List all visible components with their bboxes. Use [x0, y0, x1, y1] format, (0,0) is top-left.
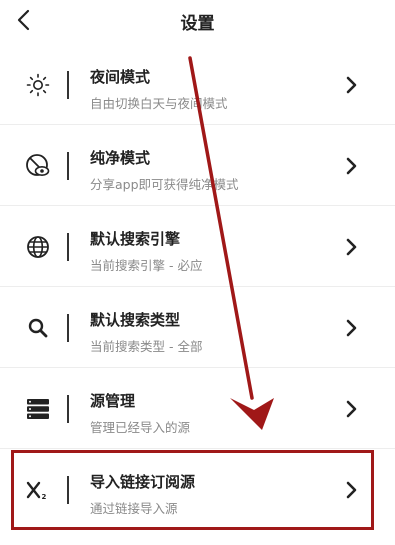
item-divider — [67, 152, 69, 180]
chevron-right-icon — [346, 76, 357, 94]
chevron-right-icon — [346, 238, 357, 256]
subscript-icon: 2 — [25, 477, 51, 503]
eye-slash-icon — [25, 153, 51, 179]
item-title: 默认搜索引擎 — [90, 230, 181, 248]
item-title: 纯净模式 — [90, 149, 151, 167]
item-description: 当前搜索类型 - 全部 — [90, 339, 203, 354]
settings-item-pure-mode[interactable]: 纯净模式 分享app即可获得纯净模式 — [0, 125, 395, 206]
settings-list: 夜间模式 自由切换白天与夜间模式 纯净模式 分享app即可获得纯净模式 默认搜索… — [0, 44, 395, 530]
globe-icon — [25, 234, 51, 260]
item-divider — [67, 476, 69, 504]
item-divider — [67, 233, 69, 261]
settings-item-source-management[interactable]: 源管理 管理已经导入的源 — [0, 368, 395, 449]
item-title: 夜间模式 — [90, 68, 151, 86]
item-description: 当前搜索引擎 - 必应 — [90, 258, 203, 273]
chevron-right-icon — [346, 319, 357, 337]
page-title: 设置 — [180, 14, 215, 34]
settings-item-search-type[interactable]: 默认搜索类型 当前搜索类型 - 全部 — [0, 287, 395, 368]
item-description: 分享app即可获得纯净模式 — [90, 177, 239, 192]
settings-page: 设置 夜间模式 自由切换白天与夜间模式 纯净模式 分享app即可获得纯净模式 默… — [0, 0, 395, 545]
item-title: 默认搜索类型 — [90, 311, 181, 329]
item-divider — [67, 71, 69, 99]
item-title: 源管理 — [90, 392, 136, 410]
svg-text:2: 2 — [42, 493, 47, 501]
item-divider — [67, 314, 69, 342]
chevron-right-icon — [346, 157, 357, 175]
server-icon — [25, 396, 51, 422]
settings-item-night-mode[interactable]: 夜间模式 自由切换白天与夜间模式 — [0, 44, 395, 125]
item-description: 通过链接导入源 — [90, 501, 178, 516]
sun-icon — [25, 72, 51, 98]
item-description: 自由切换白天与夜间模式 — [90, 96, 228, 111]
item-title: 导入链接订阅源 — [90, 473, 196, 491]
settings-item-import-link-subscription[interactable]: 2 导入链接订阅源 通过链接导入源 — [0, 449, 395, 530]
item-divider — [67, 395, 69, 423]
settings-item-search-engine[interactable]: 默认搜索引擎 当前搜索引擎 - 必应 — [0, 206, 395, 287]
chevron-right-icon — [346, 400, 357, 418]
item-description: 管理已经导入的源 — [90, 420, 191, 435]
header-bar: 设置 — [0, 0, 395, 44]
search-icon — [25, 315, 51, 341]
chevron-right-icon — [346, 481, 357, 499]
